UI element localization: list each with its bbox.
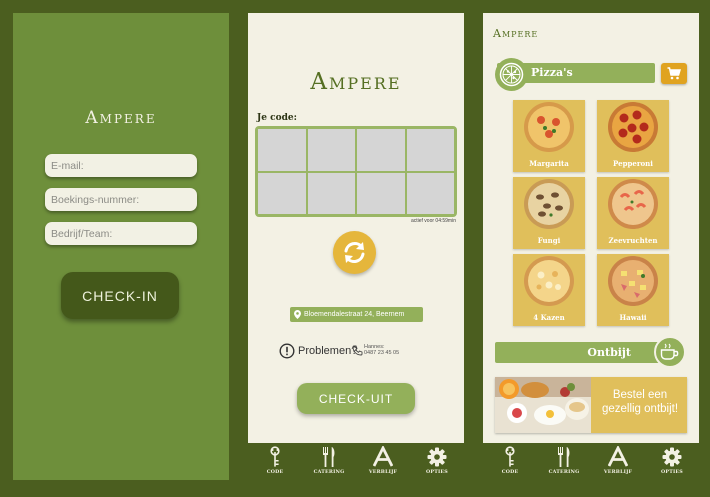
breakfast-label: Ontbijt: [587, 346, 631, 359]
nav-label: OPTIES: [661, 469, 683, 475]
nav-item-opties[interactable]: OPTIES: [652, 445, 692, 475]
gear-icon: [427, 447, 447, 466]
nav-label: CODE: [266, 469, 284, 475]
ampere-logo-icon: [608, 445, 628, 467]
address-text: Bloemendalestraat 24, Beernem: [304, 311, 405, 318]
bottom-nav-code: CODE CATERING VERBLIJF OPTIES: [248, 445, 464, 483]
pizza-name: Margarita: [529, 159, 569, 168]
cart-icon: [667, 67, 681, 80]
pizza-card-zeevruchten[interactable]: Zeevruchten: [597, 177, 669, 249]
nav-item-catering[interactable]: CATERING: [309, 445, 349, 475]
category-label: Pizza's: [531, 66, 573, 79]
code-display: [255, 126, 457, 217]
code-screen: Ampere Je code: actief voor 04:59min Blo…: [248, 13, 464, 443]
pizza-name: Fungi: [537, 236, 561, 245]
breakfast-category-bar[interactable]: Ontbijt: [495, 342, 669, 363]
code-validity-text: actief voor 04:59min: [410, 218, 456, 224]
location-pin-icon: [294, 310, 301, 319]
key-icon: [270, 445, 280, 467]
problems-link[interactable]: Problemen?: [279, 343, 357, 359]
code-digit-cell: [307, 129, 355, 171]
code-digit-cell: [258, 129, 306, 171]
fork-knife-icon: [558, 446, 570, 467]
pizza-icon: [499, 62, 524, 87]
menu-screen: Ampere Pizza's Margarita Pepperoni Fungi…: [483, 13, 699, 443]
nav-item-opties[interactable]: OPTIES: [417, 445, 457, 475]
breakfast-photo: [495, 377, 591, 433]
pizza-name: 4 Kazen: [533, 313, 565, 322]
key-icon: [505, 445, 515, 467]
nav-item-code[interactable]: CODE: [490, 445, 530, 475]
nav-item-code[interactable]: CODE: [255, 445, 295, 475]
breakfast-icon-badge: [654, 336, 686, 368]
code-digit-cell: [406, 172, 454, 214]
brand-logo: Ampere: [310, 69, 402, 95]
pizza-image: [524, 256, 574, 306]
checkin-screen: Ampere CHECK-IN: [13, 13, 229, 480]
contact-phone: 0487 23 45 05: [364, 350, 400, 356]
cart-button[interactable]: [661, 63, 687, 84]
pizza-card-hawaii[interactable]: Hawaii: [597, 254, 669, 326]
code-digit-cell: [307, 172, 355, 214]
ampere-logo-icon: [373, 445, 393, 467]
nav-item-verblijf[interactable]: VERBLIJF: [363, 445, 403, 475]
nav-item-catering[interactable]: CATERING: [544, 445, 584, 475]
code-digit-cell: [406, 129, 454, 171]
check-out-button[interactable]: CHECK-UIT: [297, 383, 415, 414]
nav-label: OPTIES: [426, 469, 448, 475]
nav-label: CATERING: [313, 469, 345, 475]
nav-label: VERBLIJF: [603, 469, 633, 475]
pizza-name: Pepperoni: [613, 159, 653, 168]
problems-label: Problemen?: [298, 345, 358, 357]
refresh-icon: [344, 242, 365, 263]
phone-icon: [352, 345, 363, 356]
company-team-field[interactable]: [45, 222, 197, 245]
pizza-image: [524, 179, 574, 229]
nav-item-verblijf[interactable]: VERBLIJF: [598, 445, 638, 475]
fork-knife-icon: [323, 446, 335, 467]
coffee-cup-icon: [660, 343, 679, 360]
nav-label: CATERING: [548, 469, 580, 475]
nav-label: VERBLIJF: [368, 469, 398, 475]
pizza-grid: Margarita Pepperoni Fungi Zeevruchten 4 …: [513, 100, 670, 326]
pizza-image: [608, 256, 658, 306]
pizza-card-margarita[interactable]: Margarita: [513, 100, 585, 172]
pizza-name: Zeevruchten: [608, 236, 658, 245]
category-icon-badge: [495, 58, 528, 91]
code-digit-cell: [357, 172, 405, 214]
brand-logo: Ampere: [493, 27, 539, 40]
booking-number-field[interactable]: [45, 188, 197, 211]
contact-info[interactable]: Hannes: 0487 23 45 05: [364, 344, 399, 356]
code-label: Je code:: [257, 113, 297, 123]
code-digit-cell: [258, 172, 306, 214]
breakfast-promo-banner[interactable]: Bestel een gezellig ontbijt!: [495, 377, 687, 433]
email-field[interactable]: [45, 154, 197, 177]
bottom-nav-menu: CODE CATERING VERBLIJF OPTIES: [483, 445, 699, 483]
pizza-card-4-kazen[interactable]: 4 Kazen: [513, 254, 585, 326]
brand-logo: Ampere: [85, 108, 157, 128]
nav-label: CODE: [501, 469, 519, 475]
address-badge[interactable]: Bloemendalestraat 24, Beernem: [290, 307, 423, 322]
code-digit-cell: [357, 129, 405, 171]
pizza-image: [608, 179, 658, 229]
alert-icon: [279, 343, 295, 359]
check-in-button[interactable]: CHECK-IN: [61, 272, 179, 319]
pizza-card-fungi[interactable]: Fungi: [513, 177, 585, 249]
gear-icon: [662, 447, 682, 466]
pizza-name: Hawaii: [619, 313, 647, 322]
refresh-code-button[interactable]: [333, 231, 376, 274]
pizza-image: [608, 102, 658, 152]
pizza-card-pepperoni[interactable]: Pepperoni: [597, 100, 669, 172]
promo-text: Bestel een gezellig ontbijt!: [601, 389, 679, 415]
pizza-image: [524, 102, 574, 152]
